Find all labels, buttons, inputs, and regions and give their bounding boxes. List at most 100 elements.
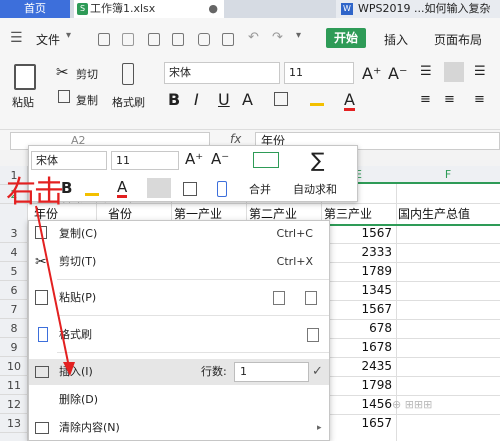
align-center-icon[interactable]: ≡: [444, 92, 455, 107]
tab-home[interactable]: 首页: [0, 0, 70, 18]
data-cell[interactable]: 1345: [330, 281, 392, 300]
font-color-icon[interactable]: A: [117, 180, 128, 198]
data-cell[interactable]: 1657: [330, 414, 392, 433]
menu-item-label: 粘贴(P): [59, 291, 97, 304]
row-header[interactable]: 5: [0, 262, 28, 281]
menu-item-cut[interactable]: ✂ 剪切(T) Ctrl+X: [29, 249, 329, 275]
print-icon[interactable]: [198, 33, 210, 46]
font-shrink-icon[interactable]: A⁻: [388, 66, 407, 82]
mini-size-select[interactable]: 11: [111, 151, 179, 170]
menu-item-delete[interactable]: 删除(D): [29, 387, 329, 413]
align-top-icon[interactable]: ☰: [420, 64, 432, 79]
save-icon[interactable]: [148, 33, 160, 46]
font-size-select[interactable]: 11: [284, 62, 354, 84]
borders-icon[interactable]: [183, 182, 197, 196]
rows-count-input[interactable]: 1: [234, 362, 309, 382]
new-file-icon[interactable]: [98, 33, 110, 46]
row-header[interactable]: 12: [0, 395, 28, 414]
tab-document-label: WPS2019 ...如何输入复杂: [358, 2, 491, 15]
confirm-check-icon[interactable]: ✓: [312, 359, 323, 385]
row-header[interactable]: 6: [0, 281, 28, 300]
align-bottom-icon[interactable]: ☰: [474, 64, 486, 79]
redo-icon[interactable]: ↷: [272, 30, 283, 45]
row-header[interactable]: 10: [0, 357, 28, 376]
menu-item-insert[interactable]: 插入(I) 行数: 1 ✓: [29, 359, 329, 385]
copy-icon[interactable]: [58, 90, 70, 103]
data-cell[interactable]: 1567: [330, 224, 392, 243]
floating-mini-toolbar: 宋体 11 A⁺ A⁻ 合并 ∑ 自动求和 B A: [28, 145, 358, 202]
align-middle-icon[interactable]: [444, 62, 464, 82]
row-header[interactable]: 11: [0, 376, 28, 395]
row-header[interactable]: 7: [0, 300, 28, 319]
bold-icon[interactable]: B: [168, 92, 180, 108]
fx-icon[interactable]: fx: [230, 132, 241, 146]
format-painter-icon[interactable]: [122, 63, 134, 85]
data-cell[interactable]: 1798: [330, 376, 392, 395]
menu-item-clear-contents[interactable]: 清除内容(N) ▸: [29, 415, 329, 441]
strikethrough-icon[interactable]: A: [242, 92, 253, 108]
paste-values-icon[interactable]: [273, 291, 285, 305]
menu-start[interactable]: 开始: [326, 28, 366, 48]
font-grow-icon[interactable]: A⁺: [185, 152, 203, 167]
data-cell[interactable]: 1567: [330, 300, 392, 319]
scissors-icon[interactable]: ✂: [56, 63, 69, 81]
row-header[interactable]: 9: [0, 338, 28, 357]
data-cell[interactable]: 2435: [330, 357, 392, 376]
underline-icon[interactable]: U: [218, 92, 230, 108]
copy-button[interactable]: 复制: [76, 92, 98, 108]
more-chevron-icon[interactable]: ▾: [296, 30, 301, 41]
mini-font-select[interactable]: 宋体: [31, 151, 107, 170]
font-name-select[interactable]: 宋体: [164, 62, 280, 84]
header-cell-tertiary[interactable]: 第三产业: [324, 205, 394, 224]
menu-item-label: 复制(C): [59, 227, 98, 240]
autosum-button[interactable]: 自动求和: [293, 181, 337, 197]
row-header[interactable]: 3: [0, 224, 28, 243]
tab-workbook[interactable]: S 工作簿1.xlsx ●: [74, 0, 224, 18]
fill-color-icon[interactable]: [85, 182, 99, 196]
bold-icon[interactable]: B: [61, 181, 72, 196]
row-header[interactable]: 8: [0, 319, 28, 338]
paste-label[interactable]: 粘贴: [12, 94, 34, 110]
undo-icon[interactable]: ↶: [248, 30, 259, 45]
export-pdf-icon[interactable]: [172, 33, 184, 46]
align-left-icon[interactable]: ≡: [420, 92, 431, 107]
open-folder-icon[interactable]: [122, 33, 134, 46]
data-cell[interactable]: 1678: [330, 338, 392, 357]
format-painter-icon[interactable]: [217, 181, 227, 197]
table-style-icon[interactable]: [307, 328, 319, 342]
menu-item-copy[interactable]: 复制(C) Ctrl+C: [29, 221, 329, 247]
tab-document[interactable]: W WPS2019 ...如何输入复杂: [336, 0, 500, 18]
header-cell-gdp[interactable]: 国内生产总值: [398, 205, 498, 224]
menu-item-format-painter[interactable]: 格式刷: [29, 322, 329, 348]
paste-icon[interactable]: [14, 64, 36, 90]
fill-color-icon[interactable]: [310, 92, 324, 106]
menu-file[interactable]: 文件: [36, 31, 60, 48]
paste-special-icon[interactable]: [305, 291, 317, 305]
close-icon[interactable]: ●: [208, 0, 218, 18]
print-preview-icon[interactable]: [222, 33, 234, 46]
autosum-icon[interactable]: ∑: [311, 150, 324, 170]
menu-item-paste[interactable]: 粘贴(P): [29, 285, 329, 311]
italic-icon[interactable]: I: [194, 92, 199, 108]
row-header[interactable]: 13: [0, 414, 28, 433]
column-header-f[interactable]: F: [396, 166, 500, 184]
align-right-icon[interactable]: ≡: [474, 92, 485, 107]
data-cell[interactable]: 2333: [330, 243, 392, 262]
hamburger-icon[interactable]: ☰: [10, 30, 23, 46]
font-shrink-icon[interactable]: A⁻: [211, 152, 229, 167]
font-grow-icon[interactable]: A⁺: [362, 66, 381, 82]
merge-icon[interactable]: [253, 152, 279, 168]
data-cell[interactable]: 1456: [330, 395, 392, 414]
data-cell[interactable]: 1789: [330, 262, 392, 281]
chevron-down-icon[interactable]: ▾: [66, 30, 71, 41]
borders-icon[interactable]: [274, 92, 288, 106]
format-painter-button[interactable]: 格式刷: [112, 94, 145, 110]
align-center-icon[interactable]: [147, 178, 171, 198]
cut-button[interactable]: 剪切: [76, 66, 98, 82]
menu-insert[interactable]: 插入: [384, 31, 408, 48]
data-cell[interactable]: 678: [330, 319, 392, 338]
row-header[interactable]: 4: [0, 243, 28, 262]
merge-button[interactable]: 合并: [249, 181, 271, 197]
menu-page-layout[interactable]: 页面布局: [434, 31, 482, 48]
font-color-icon[interactable]: A: [344, 92, 355, 111]
